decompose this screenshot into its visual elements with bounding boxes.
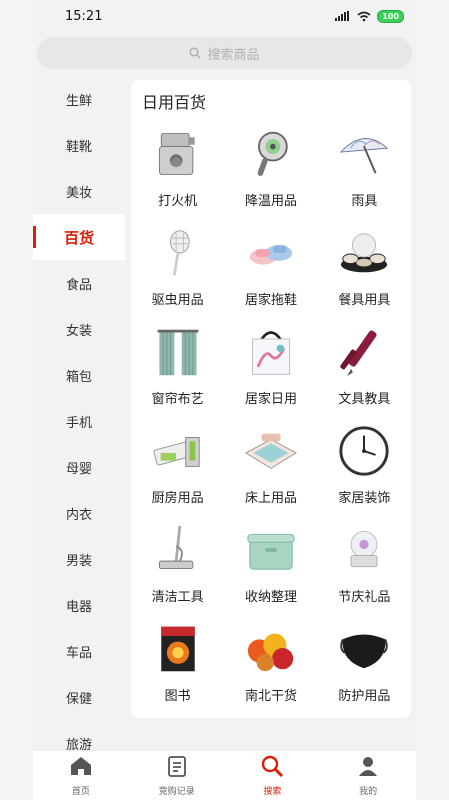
- subcategory-label: 厨房用品: [151, 491, 204, 506]
- subcategory-label: 南北干货: [244, 689, 297, 704]
- sidebar-item[interactable]: 百货: [33, 214, 125, 260]
- subcategory-label: 清洁工具: [151, 590, 204, 605]
- subcategory-item[interactable]: 文具教具: [318, 318, 411, 417]
- tab-label: 首页: [71, 787, 90, 797]
- wifi-icon: [357, 11, 371, 21]
- record-icon: [165, 754, 189, 781]
- bedding-icon: [243, 423, 299, 479]
- sidebar-item[interactable]: 男装: [33, 536, 125, 582]
- subcategory-item[interactable]: 降温用品: [224, 120, 317, 219]
- fan-icon: [243, 126, 299, 182]
- search-bar: 搜索商品: [33, 32, 416, 76]
- phone-screen: 15:21 100 搜索商品 生鲜 鞋靴 美妆 百货 食品 女装 箱包 手机 母婴 内衣 男装 电器车…: [33, 0, 416, 800]
- curtain-icon: [150, 324, 206, 380]
- panel-title: 日用百货: [142, 93, 207, 112]
- subcategory-label: 驱虫用品: [151, 293, 204, 308]
- subcategory-label: 雨具: [351, 194, 378, 209]
- battery-indicator: 100: [377, 9, 404, 23]
- subcategory-label: 居家日用: [244, 392, 297, 407]
- tab-label: 搜索: [263, 787, 282, 797]
- subcategory-item[interactable]: 窗帘布艺: [131, 318, 224, 417]
- subcategory-item[interactable]: 防护用品: [318, 615, 411, 714]
- umbrella-icon: [336, 126, 392, 182]
- subcategory-label: 图书: [164, 689, 191, 704]
- search-placeholder: 搜索商品: [207, 47, 260, 63]
- sidebar-item[interactable]: 保健: [33, 674, 125, 720]
- panel-wrap: 日用百货 打火机 降温用品 雨具驱虫用品 居家拖鞋 餐具用具窗帘布艺 居家日用 文具教具厨房…: [125, 76, 416, 750]
- subcategory-item[interactable]: 驱虫用品: [131, 219, 224, 318]
- sidebar-item[interactable]: 车品: [33, 628, 125, 674]
- sidebar-item[interactable]: 食品: [33, 260, 125, 306]
- sidebar-item[interactable]: 美妆: [33, 168, 125, 214]
- category-panel: 日用百货 打火机 降温用品 雨具驱虫用品 居家拖鞋 餐具用具窗帘布艺 居家日用 文具教具厨房…: [131, 80, 411, 718]
- status-bar: 15:21 100: [33, 0, 416, 32]
- face-mask-icon: [336, 621, 392, 677]
- tab-label: 竞购记录: [158, 787, 195, 797]
- sidebar-item[interactable]: 旅游: [33, 720, 125, 751]
- wall-clock-icon: [336, 423, 392, 479]
- subcategory-label: 收纳整理: [244, 590, 297, 605]
- subcategory-label: 家居装饰: [338, 491, 391, 506]
- sidebar-item[interactable]: 电器: [33, 582, 125, 628]
- subcategory-label: 文具教具: [338, 392, 391, 407]
- subcategory-item[interactable]: 打火机: [131, 120, 224, 219]
- subcategory-item[interactable]: 图书: [131, 615, 224, 714]
- subcategory-label: 打火机: [158, 194, 198, 209]
- sidebar-item[interactable]: 内衣: [33, 490, 125, 536]
- mop-icon: [150, 522, 206, 578]
- subcategory-item[interactable]: 南北干货: [224, 615, 317, 714]
- music-box-icon: [336, 522, 392, 578]
- pen-icon: [336, 324, 392, 380]
- tab-home[interactable]: 首页: [33, 751, 129, 800]
- sidebar-item[interactable]: 生鲜: [33, 76, 125, 122]
- sidebar-item[interactable]: 鞋靴: [33, 122, 125, 168]
- subcategory-label: 餐具用具: [338, 293, 391, 308]
- subcategory-label: 降温用品: [244, 194, 297, 209]
- sidebar-item[interactable]: 箱包: [33, 352, 125, 398]
- subcategory-item[interactable]: 居家拖鞋: [224, 219, 317, 318]
- main-content: 生鲜 鞋靴 美妆 百货 食品 女装 箱包 手机 母婴 内衣 男装 电器 车品 保健 旅游 日用百货 打火机 降…: [33, 76, 416, 750]
- tab-label: 我的: [359, 787, 378, 797]
- signal-icon: [335, 11, 350, 21]
- subcategory-label: 居家拖鞋: [244, 293, 297, 308]
- status-time: 15:21: [65, 8, 103, 24]
- subcategory-label: 节庆礼品: [338, 590, 391, 605]
- subcategory-item[interactable]: 清洁工具: [131, 516, 224, 615]
- sidebar-item[interactable]: 母婴: [33, 444, 125, 490]
- subcategory-item[interactable]: 餐具用具: [318, 219, 411, 318]
- subcategory-item[interactable]: 厨房用品: [131, 417, 224, 516]
- subcategory-item[interactable]: 雨具: [318, 120, 411, 219]
- subcategory-label: 窗帘布艺: [151, 392, 204, 407]
- slicer-icon: [150, 423, 206, 479]
- shopping-bag-icon: [243, 324, 299, 380]
- search-icon: [189, 47, 202, 59]
- home-icon: [69, 754, 93, 781]
- search-input[interactable]: 搜索商品: [37, 37, 412, 69]
- subcategory-item[interactable]: 床上用品: [224, 417, 317, 516]
- subcategory-item[interactable]: 居家日用: [224, 318, 317, 417]
- status-icons: 100: [335, 9, 404, 23]
- subcategory-label: 床上用品: [244, 491, 297, 506]
- subcategory-item[interactable]: 节庆礼品: [318, 516, 411, 615]
- lighter-icon: [150, 126, 206, 182]
- storage-box-icon: [243, 522, 299, 578]
- bug-swatter-icon: [150, 225, 206, 281]
- book-icon: [150, 621, 206, 677]
- tab-search[interactable]: 搜索: [225, 751, 321, 800]
- subcategory-item[interactable]: 收纳整理: [224, 516, 317, 615]
- subcategory-grid: 打火机 降温用品 雨具驱虫用品 居家拖鞋 餐具用具窗帘布艺 居家日用 文具教具厨房用品 床上用…: [131, 120, 411, 714]
- slippers-icon: [243, 225, 299, 281]
- search-icon: [260, 754, 284, 781]
- sidebar-item[interactable]: 手机: [33, 398, 125, 444]
- subcategory-label: 防护用品: [338, 689, 391, 704]
- subcategory-item[interactable]: 家居装饰: [318, 417, 411, 516]
- bottom-tab-bar: 首页 竞购记录 搜索 我的: [33, 750, 416, 800]
- tab-record[interactable]: 竞购记录: [129, 751, 225, 800]
- category-sidebar: 生鲜 鞋靴 美妆 百货 食品 女装 箱包 手机 母婴 内衣 男装 电器 车品 保健 旅游: [33, 76, 125, 750]
- sidebar-item[interactable]: 女装: [33, 306, 125, 352]
- tableware-icon: [336, 225, 392, 281]
- dried-fruit-icon: [243, 621, 299, 677]
- tab-user[interactable]: 我的: [320, 751, 416, 800]
- user-icon: [356, 754, 380, 781]
